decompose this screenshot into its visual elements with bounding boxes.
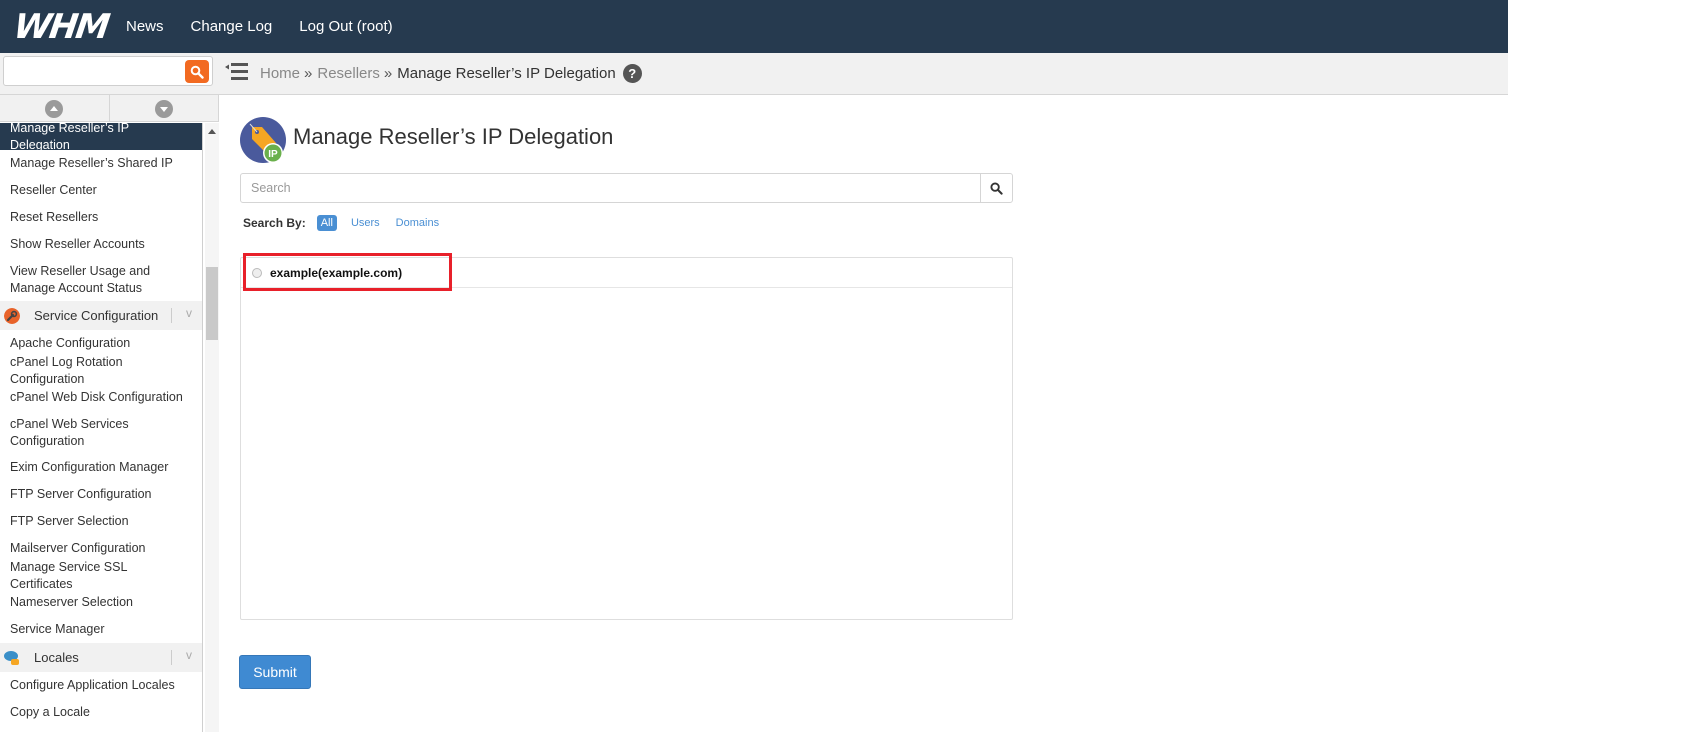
search-by-label: Search By:: [243, 216, 306, 230]
whm-app: WHM News Change Log Log Out (root) Home …: [0, 0, 1508, 732]
chevron-down-icon[interactable]: v: [186, 648, 192, 662]
sidebar-item-exim-configuration[interactable]: Exim Configuration Manager: [0, 454, 202, 481]
top-header: WHM News Change Log Log Out (root): [0, 0, 1508, 53]
nav-logout-link[interactable]: Log Out (root): [299, 18, 392, 35]
category-label: Locales: [34, 650, 79, 665]
chevron-up-icon: [45, 99, 64, 118]
sidebar-scroll-arrows: [0, 95, 219, 122]
whm-logo[interactable]: WHM: [11, 6, 116, 47]
sidebar-item-cpanel-log-rotation[interactable]: cPanel Log Rotation Configuration: [0, 355, 202, 386]
sidebar-scroll-down-button[interactable]: [110, 95, 219, 122]
breadcrumb-current: Manage Reseller’s IP Delegation: [397, 65, 616, 82]
sidebar-scrollbar[interactable]: [205, 123, 219, 732]
sidebar-item-ftp-server-configuration[interactable]: FTP Server Configuration: [0, 481, 202, 508]
reseller-search: [240, 173, 1013, 203]
breadcrumb: Home » Resellers » Manage Reseller’s IP …: [260, 64, 642, 83]
sidebar-menu: Manage Reseller’s IP Delegation Manage R…: [0, 123, 203, 732]
reseller-label: example(example.com): [270, 265, 403, 280]
scrollbar-thumb[interactable]: [206, 267, 218, 340]
search-by-filter: Search By: All Users Domains: [243, 215, 455, 231]
sidebar-search-button[interactable]: [185, 60, 209, 83]
breadcrumb-resellers[interactable]: Resellers: [317, 65, 380, 82]
sidebar-item-nameserver-selection[interactable]: Nameserver Selection: [0, 589, 202, 616]
reseller-list: example(example.com): [240, 257, 1013, 620]
reseller-search-input[interactable]: [241, 174, 980, 202]
sidebar-item-ftp-server-selection[interactable]: FTP Server Selection: [0, 508, 202, 535]
sidebar-item-cpanel-web-disk[interactable]: cPanel Web Disk Configuration: [0, 384, 202, 411]
category-label: Service Configuration: [34, 308, 159, 323]
search-by-all[interactable]: All: [316, 215, 337, 231]
sidebar: Manage Reseller’s IP Delegation Manage R…: [0, 95, 219, 732]
chevron-down-icon: [154, 99, 173, 118]
sidebar-item-configure-application-locales[interactable]: Configure Application Locales: [0, 672, 202, 699]
wrench-icon: [4, 307, 20, 324]
sidebar-item-cpanel-web-services[interactable]: cPanel Web Services Configuration: [0, 411, 202, 454]
sidebar-search-input[interactable]: [4, 57, 174, 85]
sidebar-category-service-configuration[interactable]: Service Configuration v: [0, 301, 202, 330]
logo-text: WHM: [11, 6, 111, 47]
sidebar-item-manage-resellers-shared-ip[interactable]: Manage Reseller’s Shared IP: [0, 150, 202, 177]
breadcrumb-bar: Home » Resellers » Manage Reseller’s IP …: [0, 53, 1508, 95]
category-divider: [171, 308, 172, 323]
sidebar-item-copy-a-locale[interactable]: Copy a Locale: [0, 699, 202, 726]
speech-bubbles-icon: [4, 650, 19, 665]
menu-collapse-icon: [225, 63, 248, 80]
sidebar-category-locales[interactable]: Locales v: [0, 643, 202, 672]
breadcrumb-separator: »: [383, 65, 393, 82]
sidebar-item-view-reseller-usage[interactable]: View Reseller Usage and Manage Account S…: [0, 258, 202, 301]
search-icon: [190, 65, 204, 79]
sidebar-item-show-reseller-accounts[interactable]: Show Reseller Accounts: [0, 231, 202, 258]
scroll-up-arrow-icon[interactable]: [208, 129, 216, 134]
submit-button[interactable]: Submit: [239, 655, 311, 689]
nav-change-log-link[interactable]: Change Log: [191, 18, 273, 35]
search-by-users[interactable]: Users: [351, 217, 380, 229]
sidebar-item-service-manager[interactable]: Service Manager: [0, 616, 202, 643]
reseller-search-button[interactable]: [980, 174, 1012, 202]
breadcrumb-home[interactable]: Home: [260, 65, 300, 82]
sidebar-scroll-up-button[interactable]: [0, 95, 110, 122]
nav-news-link[interactable]: News: [126, 18, 164, 35]
sidebar-item-manage-resellers-ip-delegation[interactable]: Manage Reseller’s IP Delegation: [0, 123, 202, 152]
sidebar-item-reset-resellers[interactable]: Reset Resellers: [0, 204, 202, 231]
page-title: Manage Reseller’s IP Delegation: [293, 124, 614, 149]
top-nav: News Change Log Log Out (root): [126, 18, 420, 35]
chevron-down-icon[interactable]: v: [186, 306, 192, 320]
sidebar-item-reseller-center[interactable]: Reseller Center: [0, 177, 202, 204]
help-icon[interactable]: ?: [622, 64, 642, 83]
sidebar-search: [3, 56, 213, 86]
reseller-radio[interactable]: [252, 267, 262, 278]
category-divider: [171, 650, 172, 665]
sidebar-item-manage-service-ssl[interactable]: Manage Service SSL Certificates: [0, 560, 202, 591]
search-by-domains[interactable]: Domains: [396, 217, 439, 229]
main-content: IP Manage Reseller’s IP Delegation Searc…: [219, 96, 1508, 732]
search-icon: [990, 181, 1003, 195]
collapse-sidebar-button[interactable]: [225, 61, 249, 83]
ip-tag-icon: IP: [240, 117, 286, 163]
breadcrumb-separator: »: [304, 65, 313, 82]
ip-badge-text: IP: [268, 149, 278, 160]
reseller-list-item[interactable]: example(example.com): [241, 258, 1012, 288]
